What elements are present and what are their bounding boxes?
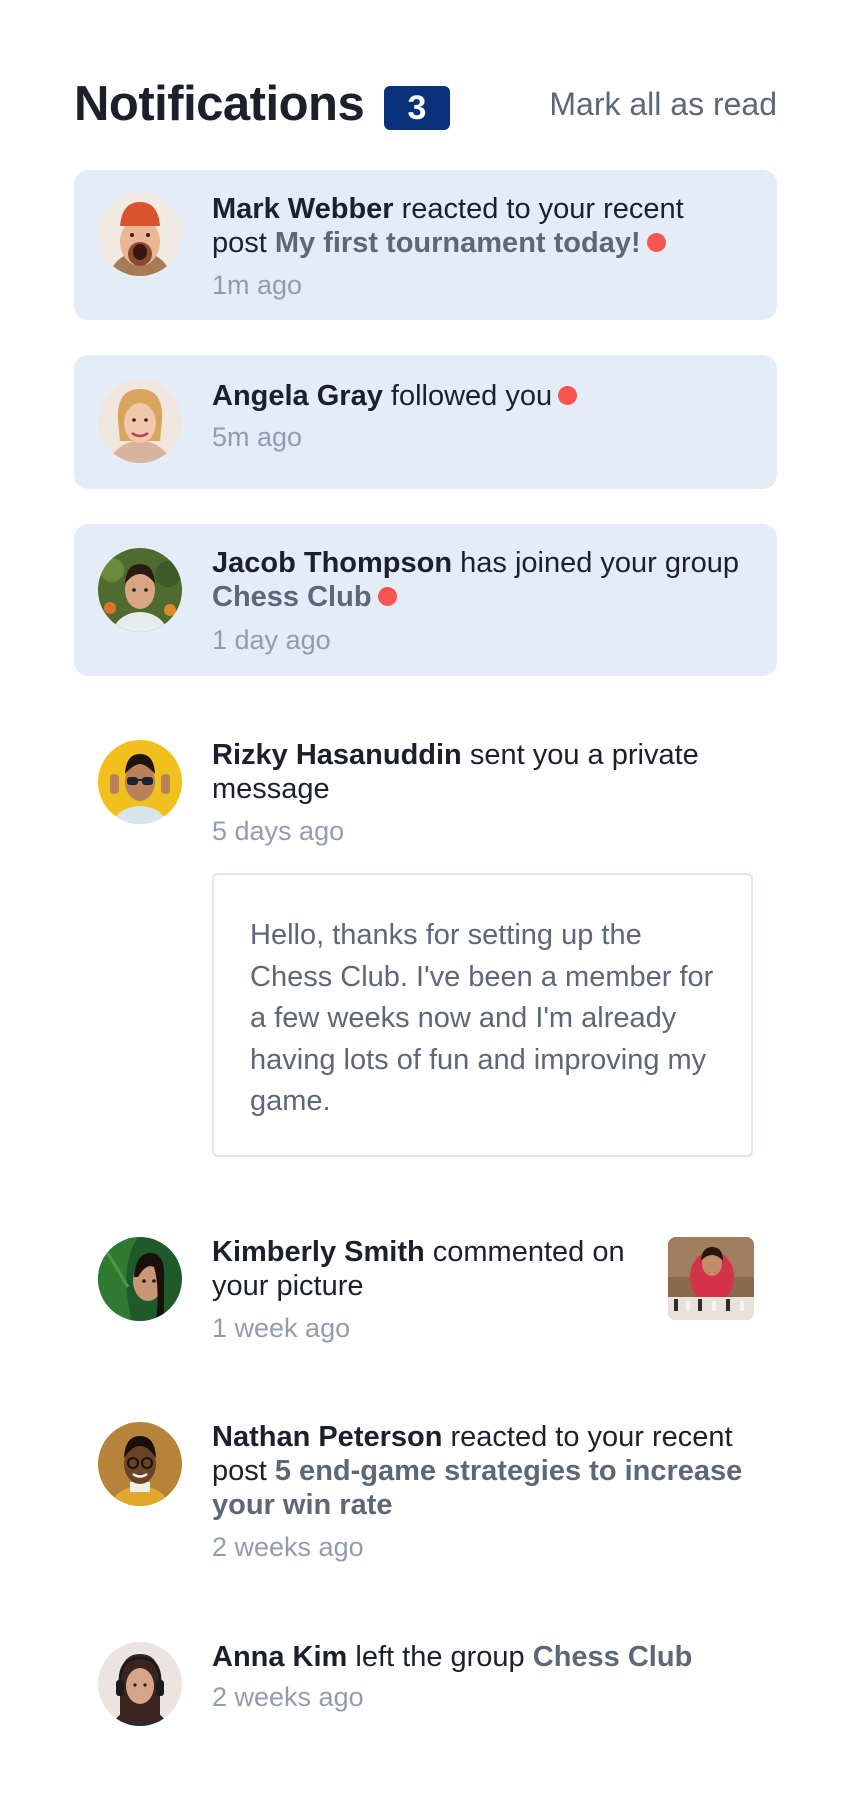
avatar-mark-webber[interactable] (98, 192, 182, 276)
unread-dot (558, 385, 578, 405)
commented-picture[interactable] (668, 1237, 754, 1320)
user-name[interactable]: Mark Webber (212, 193, 394, 225)
notification-time: 1m ago (212, 270, 303, 300)
notification-action: followed you (382, 380, 553, 412)
group-link[interactable]: Chess Club (212, 581, 372, 613)
notification-text: Jacob Thompson has joined your group Che… (212, 546, 752, 614)
notification-text: Nathan Peterson reacted to your recent p… (212, 1420, 752, 1522)
notifications-header: Notifications 3 Mark all as read (74, 72, 777, 136)
notification-text: Mark Webber reacted to your recent post … (212, 192, 742, 260)
avatar-nathan-peterson[interactable] (98, 1422, 182, 1506)
group-link[interactable]: Chess Club (533, 1641, 693, 1673)
post-link[interactable]: 5 end-game strategies to increase your w… (212, 1455, 742, 1521)
notification-time: 1 day ago (212, 625, 331, 655)
avatar-jacob-thompson[interactable] (98, 548, 182, 632)
notification-text: Anna Kim left the group Chess Club (212, 1640, 752, 1674)
post-link[interactable]: My first tournament today! (275, 227, 641, 259)
avatar-anna-kim[interactable] (98, 1642, 182, 1726)
unread-count-badge: 3 (384, 86, 450, 130)
private-message[interactable]: Hello, thanks for setting up the Chess C… (212, 873, 753, 1157)
notification-time: 5m ago (212, 422, 303, 452)
notification-text: Angela Gray followed you (212, 379, 742, 413)
avatar-rizky-hasanuddin[interactable] (98, 740, 182, 824)
notification-item[interactable]: Nathan Peterson reacted to your recent p… (74, 1390, 777, 1590)
user-name[interactable]: Angela Gray (212, 380, 383, 412)
user-name[interactable]: Nathan Peterson (212, 1421, 442, 1453)
notification-time: 2 weeks ago (212, 1532, 364, 1562)
notification-time: 2 weeks ago (212, 1682, 364, 1712)
notification-item[interactable]: Jacob Thompson has joined your group Che… (74, 524, 777, 676)
notification-text: Kimberly Smith commented on your picture (212, 1235, 652, 1303)
notification-item[interactable]: Angela Gray followed you 5m ago (74, 355, 777, 489)
notification-item[interactable]: Mark Webber reacted to your recent post … (74, 170, 777, 320)
notification-item[interactable]: Anna Kim left the group Chess Club 2 wee… (74, 1610, 777, 1760)
unread-dot (646, 232, 666, 252)
page-title: Notifications (74, 77, 365, 131)
unread-dot (377, 586, 397, 606)
user-name[interactable]: Jacob Thompson (212, 547, 452, 579)
notification-action: left the group (347, 1641, 533, 1673)
mark-all-as-read-button[interactable]: Mark all as read (549, 72, 777, 136)
notification-action: has joined your group (452, 547, 740, 579)
user-name[interactable]: Rizky Hasanuddin (212, 739, 462, 771)
notification-time: 1 week ago (212, 1313, 351, 1343)
avatar-angela-gray[interactable] (98, 379, 182, 463)
user-name[interactable]: Anna Kim (212, 1641, 347, 1673)
notification-time: 5 days ago (212, 816, 345, 846)
avatar-kimberly-smith[interactable] (98, 1237, 182, 1321)
user-name[interactable]: Kimberly Smith (212, 1236, 425, 1268)
notification-text: Rizky Hasanuddin sent you a private mess… (212, 738, 732, 806)
